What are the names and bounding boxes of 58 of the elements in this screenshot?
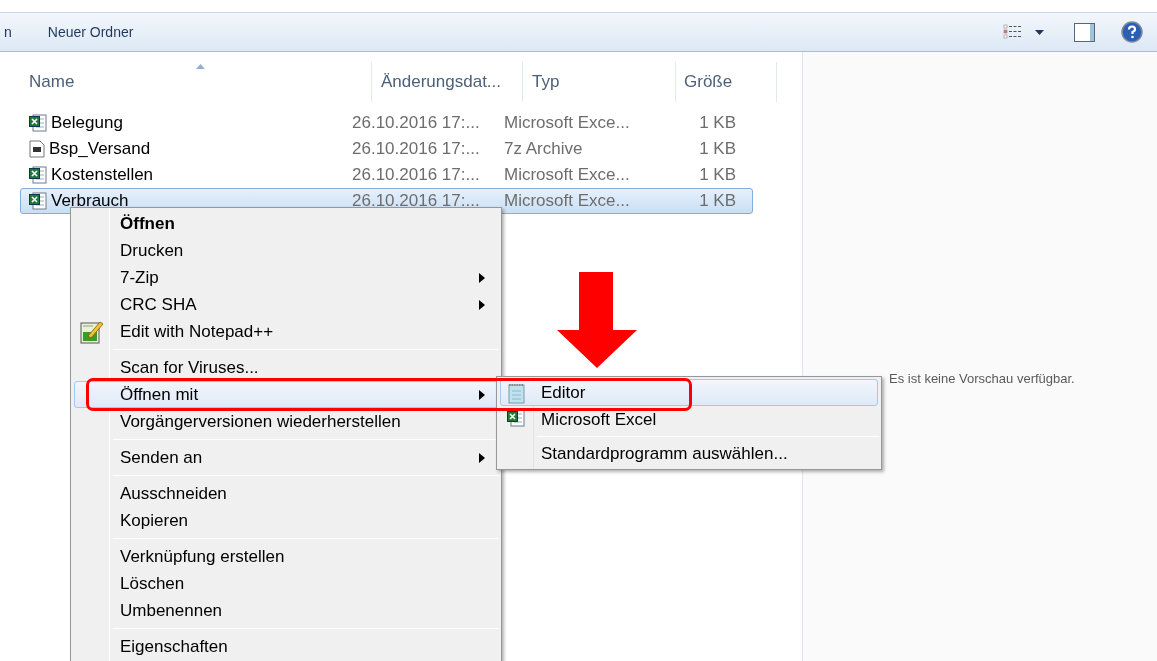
spreadsheet-icon — [29, 114, 47, 132]
notepad-pencil-icon — [80, 320, 104, 344]
submenu-arrow-icon — [479, 389, 485, 400]
type-cell-text: Microsoft Exce... — [504, 190, 631, 213]
preview-pane-icon[interactable] — [1074, 22, 1095, 42]
menu-item[interactable]: Verknüpfung erstellen — [74, 543, 498, 570]
menu-item[interactable]: Editor — [500, 379, 878, 406]
toolbar-button[interactable]: n — [4, 21, 12, 43]
size-cell-text: 1 KB — [698, 190, 736, 213]
date-cell-text: 26.10.2016 17:... — [352, 138, 481, 161]
menu-item[interactable]: Umbenennen — [74, 597, 498, 624]
file-row[interactable]: Bsp_Versand 26.10.2016 17:... 7z Archive 1 KB — [20, 136, 753, 162]
no-preview-message: Es ist keine Vorschau verfügbar. — [889, 371, 1075, 386]
menu-item[interactable]: Vorgängerversionen wiederherstellen — [74, 408, 498, 435]
column-header[interactable]: Name — [20, 62, 372, 102]
file-name: Bsp_Versand — [49, 138, 151, 161]
file-row[interactable]: Belegung 26.10.2016 17:... Microsoft Exce... 1 KB — [20, 110, 753, 136]
size-cell-text: 1 KB — [698, 138, 736, 161]
menu-item[interactable]: 7-Zip — [74, 264, 498, 291]
menu-item[interactable]: Drucken — [74, 237, 498, 264]
menu-item[interactable]: Eigenschaften — [74, 633, 498, 660]
menu-item[interactable]: Löschen — [74, 570, 498, 597]
file-name: Kostenstellen — [51, 164, 154, 187]
submenu-arrow-icon — [479, 452, 485, 463]
column-header[interactable]: Größe — [676, 62, 777, 102]
menu-item[interactable]: Senden an — [74, 444, 498, 471]
details-view-icon — [1003, 24, 1023, 40]
spreadsheet-icon — [29, 166, 47, 184]
submenu-arrow-icon — [479, 272, 485, 283]
archive-file-icon — [29, 140, 45, 158]
menu-item[interactable]: Ausschneiden — [74, 480, 498, 507]
menu-item[interactable]: Kopieren — [74, 507, 498, 534]
type-cell-text: Microsoft Exce... — [504, 164, 631, 187]
submenu-arrow-icon — [479, 299, 485, 310]
menu-item[interactable]: Scan for Viruses... — [74, 354, 498, 381]
menu-item[interactable]: Edit with Notepad++ — [74, 318, 498, 345]
date-cell-text: 26.10.2016 17:... — [352, 112, 481, 135]
column-header[interactable]: Änderungsdat... — [372, 62, 523, 102]
size-cell-text: 1 KB — [698, 112, 736, 135]
type-cell-text: 7z Archive — [504, 138, 584, 161]
sort-arrow-icon — [195, 64, 205, 69]
new-folder-button[interactable]: Neuer Ordner — [47, 21, 134, 43]
notepad-icon — [507, 382, 527, 404]
file-row[interactable]: Kostenstellen 26.10.2016 17:... Microsoft Exce... 1 KB — [20, 162, 753, 188]
dropdown-caret-icon — [1035, 29, 1044, 35]
column-header[interactable]: Typ — [523, 62, 676, 102]
date-cell-text: 26.10.2016 17:... — [352, 164, 481, 187]
spreadsheet-icon — [29, 192, 47, 210]
view-options-button[interactable] — [1003, 24, 1044, 40]
menu-item[interactable]: Standardprogramm auswählen... — [500, 440, 878, 467]
file-name: Belegung — [51, 112, 123, 135]
help-icon[interactable] — [1121, 21, 1143, 43]
menu-item[interactable]: Öffnen mit — [74, 381, 498, 408]
menu-item[interactable]: CRC SHA — [74, 291, 498, 318]
size-cell-text: 1 KB — [698, 164, 736, 187]
file-name: Verbrauch — [51, 190, 129, 213]
type-cell-text: Microsoft Exce... — [504, 112, 631, 135]
date-cell-text: 26.10.2016 17:... — [352, 190, 481, 213]
